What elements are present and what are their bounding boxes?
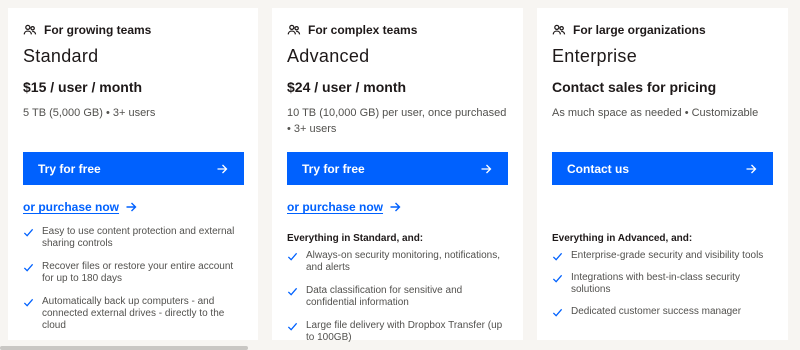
checkmark-icon xyxy=(23,263,34,272)
feature-text: Large file delivery with Dropbox Transfe… xyxy=(306,320,503,343)
feature-list: Always-on security monitoring, notificat… xyxy=(287,250,508,350)
checkmark-icon xyxy=(552,308,563,317)
feature-item: Large file delivery with Dropbox Transfe… xyxy=(287,320,508,344)
feature-text: Easy to use content protection and exter… xyxy=(42,226,235,249)
feature-item: Recover files or restore your entire acc… xyxy=(23,261,243,285)
users-icon xyxy=(552,24,566,35)
feature-text: Automatically back up computers - and co… xyxy=(42,296,225,331)
feature-item: Integrations with best-in-class security… xyxy=(552,272,773,296)
purchase-link-label: or purchase now xyxy=(23,200,120,214)
purchase-link-label: or purchase now xyxy=(287,200,384,214)
feature-item: Always-on security monitoring, notificat… xyxy=(287,250,508,274)
arrow-right-icon xyxy=(126,202,137,212)
feature-item: Data classification for sensitive and co… xyxy=(287,285,508,309)
feature-intro: Everything in Advanced, and: xyxy=(552,233,693,244)
horizontal-scrollbar[interactable] xyxy=(0,346,248,350)
feature-text: Integrations with best-in-class security… xyxy=(571,272,740,295)
feature-list: Enterprise-grade security and visibility… xyxy=(552,250,773,328)
feature-text: Enterprise-grade security and visibility… xyxy=(571,250,764,261)
arrow-right-icon xyxy=(217,164,228,173)
users-icon xyxy=(23,24,37,35)
try-for-free-button[interactable]: Try for free xyxy=(23,152,244,185)
feature-text: Recover files or restore your entire acc… xyxy=(42,261,234,284)
plan-card-enterprise: For large organizations Enterprise Conta… xyxy=(537,8,788,340)
plan-card-advanced: For complex teams Advanced $24 / user / … xyxy=(272,8,523,343)
plan-description: 10 TB (10,000 GB) per user, once purchas… xyxy=(287,107,507,135)
checkmark-icon xyxy=(287,322,298,331)
feature-text: Data classification for sensitive and co… xyxy=(306,285,463,308)
button-label: Try for free xyxy=(302,161,365,176)
try-for-free-button[interactable]: Try for free xyxy=(287,152,508,185)
button-label: Try for free xyxy=(38,161,101,176)
plan-tag-label: For large organizations xyxy=(573,23,706,37)
plan-tag: For large organizations xyxy=(552,23,706,37)
feature-text: Always-on security monitoring, notificat… xyxy=(306,250,500,273)
feature-item: Dedicated customer success manager xyxy=(552,306,773,318)
plan-description: As much space as needed • Customizable xyxy=(552,107,759,119)
button-label: Contact us xyxy=(567,161,630,176)
plan-tag-label: For complex teams xyxy=(308,23,418,37)
purchase-now-link[interactable]: or purchase now xyxy=(287,200,401,214)
plan-price: Contact sales for pricing xyxy=(552,79,717,95)
checkmark-icon xyxy=(552,252,563,261)
plan-description: 5 TB (5,000 GB) • 3+ users xyxy=(23,107,156,119)
plan-name: Standard xyxy=(23,46,99,66)
plan-name: Advanced xyxy=(287,46,370,66)
checkmark-icon xyxy=(287,252,298,261)
feature-item: Easy to use content protection and exter… xyxy=(23,226,243,250)
arrow-right-icon xyxy=(481,164,492,173)
plan-tag: For complex teams xyxy=(287,23,417,37)
plan-tag: For growing teams xyxy=(23,23,151,37)
plan-tag-label: For growing teams xyxy=(44,23,152,37)
checkmark-icon xyxy=(287,287,298,296)
purchase-now-link[interactable]: or purchase now xyxy=(23,200,137,214)
arrow-right-icon xyxy=(746,164,757,173)
feature-text: Dedicated customer success manager xyxy=(571,306,742,317)
plan-price: $24 / user / month xyxy=(287,79,407,95)
plan-card-standard: For growing teams Standard $15 / user / … xyxy=(8,8,258,340)
checkmark-icon xyxy=(552,274,563,283)
checkmark-icon xyxy=(23,298,34,307)
plan-name: Enterprise xyxy=(552,46,638,66)
checkmark-icon xyxy=(23,228,34,237)
contact-us-button[interactable]: Contact us xyxy=(552,152,773,185)
feature-list: Easy to use content protection and exter… xyxy=(23,226,243,343)
feature-item: Enterprise-grade security and visibility… xyxy=(552,250,773,262)
arrow-right-icon xyxy=(390,202,401,212)
users-icon xyxy=(287,24,301,35)
plan-price: $15 / user / month xyxy=(23,79,143,95)
feature-item: Automatically back up computers - and co… xyxy=(23,296,243,332)
feature-intro: Everything in Standard, and: xyxy=(287,233,424,244)
